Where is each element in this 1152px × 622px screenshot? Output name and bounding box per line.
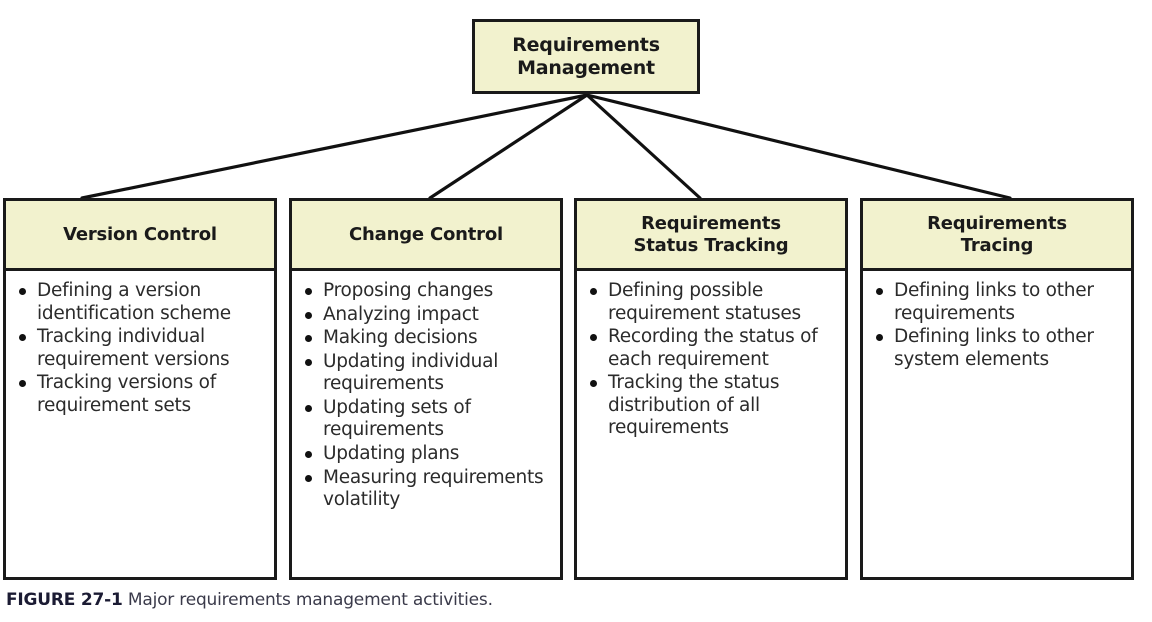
- bullet-list-requirements-tracing: Defining links to other requirements Defi…: [873, 280, 1123, 371]
- bullet-list-version-control: Defining a version identification scheme…: [16, 280, 266, 417]
- column-body-change-control: Proposing changes Analyzing impact Making …: [292, 271, 560, 577]
- connector-line: [585, 93, 1012, 200]
- column-change-control: Change Control Proposing changes Analyzin…: [289, 198, 563, 580]
- bullet-item: Tracking the status distribution of all …: [587, 372, 837, 440]
- bullet-item-label: Updating sets of requirements: [323, 396, 471, 441]
- bullet-item-label: Recording the status of each requirement: [608, 326, 818, 370]
- bullet-item-label: Updating plans: [323, 442, 460, 464]
- bullet-item-label: Measuring requirements volatility: [323, 466, 544, 511]
- column-title-version-control: Version Control: [63, 223, 217, 245]
- column-requirements-status-tracking: Requirements Status Tracking Defining po…: [574, 198, 848, 580]
- bullet-item-label: Defining possible requirement statuses: [608, 280, 801, 324]
- column-body-version-control: Defining a version identification scheme…: [6, 271, 274, 577]
- bullet-dot-icon: [19, 334, 26, 342]
- bullet-dot-icon: [305, 311, 312, 319]
- connector-line: [428, 93, 589, 200]
- column-version-control: Version Control Defining a version ident…: [3, 198, 277, 580]
- connector-line: [585, 93, 702, 200]
- bullet-item: Tracking individual requirement versions: [16, 326, 266, 371]
- bullet-dot-icon: [19, 380, 26, 388]
- bullet-item-label: Defining a version identification scheme: [37, 280, 231, 324]
- column-header-version-control: Version Control: [6, 201, 274, 271]
- bullet-item: Defining a version identification scheme: [16, 280, 266, 325]
- bullet-item-label: Defining links to other system elements: [894, 326, 1094, 370]
- bullet-item: Analyzing impact: [302, 304, 552, 327]
- figure-caption: FIGURE 27-1 Major requirements managemen…: [6, 590, 493, 610]
- bullet-item-label: Tracking versions of requirement sets: [37, 372, 217, 416]
- bullet-dot-icon: [305, 358, 312, 366]
- bullet-dot-icon: [590, 288, 597, 295]
- connector-line: [80, 93, 589, 200]
- bullet-dot-icon: [305, 404, 312, 412]
- bullet-item-label: Analyzing impact: [323, 303, 479, 325]
- bullet-item: Tracking versions of requirement sets: [16, 372, 266, 417]
- figure-caption-text: Major requirements management activities…: [127, 590, 493, 610]
- bullet-item-label: Tracking individual requirement versions: [37, 326, 230, 370]
- column-header-requirements-tracing: Requirements Tracing: [863, 201, 1131, 271]
- bullet-dot-icon: [305, 335, 312, 343]
- root-node-title: Requirements Management: [512, 33, 660, 79]
- bullet-item: Updating plans: [302, 443, 552, 466]
- bullet-item: Updating individual requirements: [302, 351, 552, 396]
- bullet-item: Updating sets of requirements: [302, 397, 552, 442]
- column-title-requirements-tracing: Requirements Tracing: [927, 212, 1067, 256]
- column-header-requirements-status-tracking: Requirements Status Tracking: [577, 201, 845, 271]
- bullet-list-requirements-status-tracking: Defining possible requirement statuses Re…: [587, 280, 837, 440]
- bullet-dot-icon: [590, 334, 597, 342]
- bullet-dot-icon: [876, 334, 883, 342]
- bullet-dot-icon: [590, 380, 597, 388]
- bullet-item: Proposing changes: [302, 280, 552, 303]
- figure-caption-label: FIGURE 27-1: [6, 590, 123, 610]
- bullet-item-label: Updating individual requirements: [323, 350, 499, 395]
- bullet-list-change-control: Proposing changes Analyzing impact Making …: [302, 280, 552, 512]
- bullet-dot-icon: [305, 288, 312, 295]
- bullet-item: Defining links to other requirements: [873, 280, 1123, 325]
- column-body-requirements-tracing: Defining links to other requirements Defi…: [863, 271, 1131, 577]
- bullet-dot-icon: [19, 288, 26, 295]
- bullet-item-label: Tracking the status distribution of all …: [608, 372, 780, 439]
- root-node-requirements-management: Requirements Management: [472, 19, 700, 94]
- bullet-item: Defining possible requirement statuses: [587, 280, 837, 325]
- bullet-dot-icon: [876, 288, 883, 295]
- column-header-change-control: Change Control: [292, 201, 560, 271]
- bullet-item: Making decisions: [302, 327, 552, 350]
- bullet-item-label: Defining links to other requirements: [894, 280, 1094, 324]
- column-requirements-tracing: Requirements Tracing Defining links to o…: [860, 198, 1134, 580]
- bullet-item: Measuring requirements volatility: [302, 467, 552, 512]
- bullet-item: Defining links to other system elements: [873, 326, 1123, 371]
- figure-diagram: Requirements Management Version Control …: [0, 0, 1152, 622]
- column-title-change-control: Change Control: [349, 223, 503, 245]
- bullet-item: Recording the status of each requirement: [587, 326, 837, 371]
- bullet-dot-icon: [305, 450, 312, 458]
- column-title-requirements-status-tracking: Requirements Status Tracking: [633, 212, 789, 256]
- bullet-dot-icon: [305, 474, 312, 482]
- bullet-item-label: Making decisions: [323, 327, 478, 349]
- bullet-item-label: Proposing changes: [323, 280, 494, 301]
- column-body-requirements-status-tracking: Defining possible requirement statuses Re…: [577, 271, 845, 577]
